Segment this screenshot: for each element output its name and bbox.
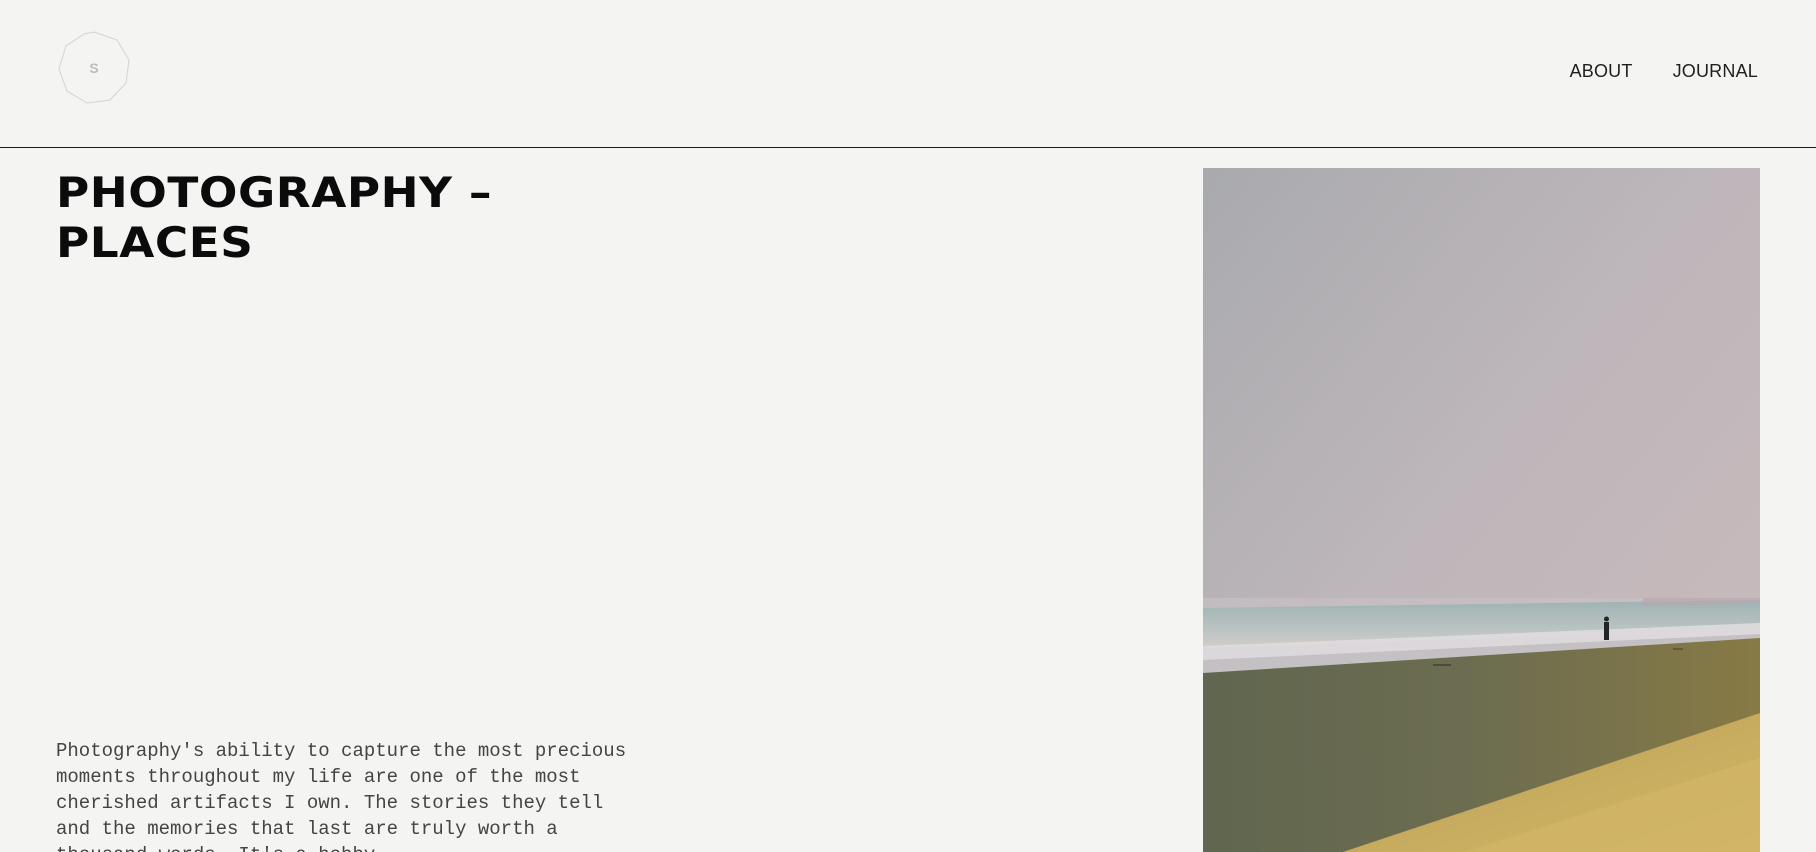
logo-letter: S bbox=[89, 60, 99, 76]
beach-photo bbox=[1203, 168, 1760, 852]
nav-link-about[interactable]: ABOUT bbox=[1570, 61, 1633, 82]
site-header: S ABOUT JOURNAL bbox=[0, 0, 1816, 148]
page-title: PHOTOGRAPHY – PLACES bbox=[56, 168, 493, 267]
beach-photo-image bbox=[1203, 168, 1760, 852]
nav-link-journal[interactable]: JOURNAL bbox=[1673, 61, 1758, 82]
intro-paragraph: Photography's ability to capture the mos… bbox=[56, 740, 627, 852]
main-nav: ABOUT JOURNAL bbox=[1570, 61, 1758, 82]
site-logo[interactable]: S bbox=[57, 31, 131, 105]
